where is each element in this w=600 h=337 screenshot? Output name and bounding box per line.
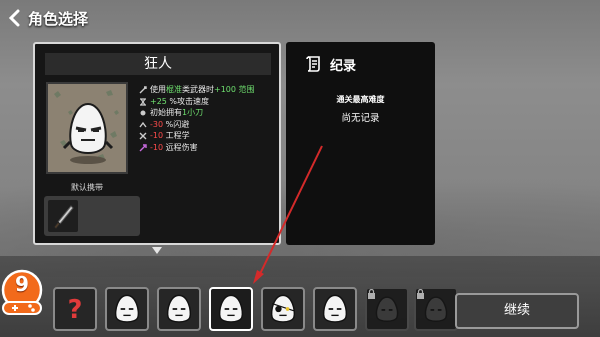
stat-text: 使用棍准类武器时+100 范围 <box>150 84 255 96</box>
stat-text-part: +25 <box>150 96 167 106</box>
stat-text-part: 工程学 <box>163 131 190 140</box>
potato-face-icon <box>166 294 192 323</box>
stat-text-part: -10 <box>150 142 164 152</box>
character-thumb[interactable] <box>261 287 305 331</box>
character-thumb[interactable] <box>209 287 253 331</box>
svg-text:?: ? <box>68 295 83 325</box>
engineering-icon <box>139 132 147 140</box>
record-title: 纪录 <box>330 58 357 74</box>
stat-text-part: 类武器时 <box>182 85 214 94</box>
character-thumb[interactable] <box>105 287 149 331</box>
potato-face-icon <box>218 294 244 323</box>
ranged-damage-icon <box>139 143 147 151</box>
stat-line: -30 %闪避 <box>139 119 275 131</box>
start-item-icon <box>140 110 146 116</box>
default-weapon-box <box>44 196 140 236</box>
character-portrait <box>46 82 128 174</box>
character-thumb[interactable] <box>414 287 458 331</box>
stat-text: 初始拥有1小刀 <box>150 107 203 119</box>
stat-line: 使用棍准类武器时+100 范围 <box>139 84 275 96</box>
default-weapon-slot[interactable] <box>48 200 78 232</box>
scroll-icon <box>306 56 320 72</box>
stat-text-part: 远程伤害 <box>163 142 198 152</box>
question-mark-icon: ? <box>68 295 83 325</box>
dodge-icon <box>139 121 147 127</box>
record-header: 纪录 <box>304 54 356 74</box>
stat-text: +25 %攻击速度 <box>150 96 209 108</box>
lock-icon <box>368 289 375 299</box>
speed-icon <box>140 97 146 106</box>
record-value: 尚无记录 <box>341 113 380 124</box>
stat-line: -10 工程学 <box>139 130 275 142</box>
stat-line: -10 远程伤害 <box>139 142 275 154</box>
record-panel: 纪录 通关最高难度 尚无记录 <box>286 42 435 245</box>
stat-text: -10 工程学 <box>150 130 190 142</box>
character-panel: 狂人 使用棍准类武器时+100 范围 +25 %攻击速度 初始拥有1小刀 -30 %闪… <box>33 42 281 245</box>
stat-text-part: 棍准 <box>166 85 182 94</box>
stat-text-part: %攻击速度 <box>166 96 210 106</box>
selection-pointer <box>152 247 162 254</box>
character-thumb[interactable] <box>157 287 201 331</box>
back-button[interactable]: 角色选择 <box>8 6 88 30</box>
chevron-left-icon <box>8 9 20 27</box>
record-subtitle: 通关最高难度 <box>336 95 385 104</box>
stat-text: -10 远程伤害 <box>150 142 198 154</box>
stat-text-part: -30 <box>150 119 164 129</box>
page-title: 角色选择 <box>28 9 89 28</box>
stat-text-part: +100 范围 <box>214 85 255 94</box>
knife-icon <box>53 205 74 230</box>
stat-text-part: %闪避 <box>163 119 190 129</box>
character-thumb[interactable] <box>365 287 409 331</box>
character-thumb[interactable] <box>313 287 357 331</box>
random-character-button[interactable]: ? <box>53 287 97 331</box>
character-name: 狂人 <box>45 53 271 75</box>
weapon-icon <box>139 86 147 94</box>
continue-button[interactable]: 继续 <box>455 293 579 329</box>
lock-icon <box>417 289 424 299</box>
stat-text-part: -10 <box>150 131 164 140</box>
stat-text-part: 1小刀 <box>182 108 204 117</box>
potato-pirate-icon <box>270 294 296 323</box>
potato-face-icon <box>322 294 348 323</box>
stat-line: +25 %攻击速度 <box>139 96 275 108</box>
stat-text-part: 初始拥有 <box>150 108 182 117</box>
logo-text: 9 <box>15 272 29 296</box>
potato-face-icon <box>114 294 140 323</box>
character-stats: 使用棍准类武器时+100 范围 +25 %攻击速度 初始拥有1小刀 -30 %闪避 -1… <box>139 84 275 153</box>
default-carry-label: 默认携带 <box>71 183 103 192</box>
stat-text-part: 使用 <box>150 85 166 94</box>
character-portrait-art <box>48 84 126 172</box>
stat-line: 初始拥有1小刀 <box>139 107 275 119</box>
stat-text: -30 %闪避 <box>150 119 189 131</box>
